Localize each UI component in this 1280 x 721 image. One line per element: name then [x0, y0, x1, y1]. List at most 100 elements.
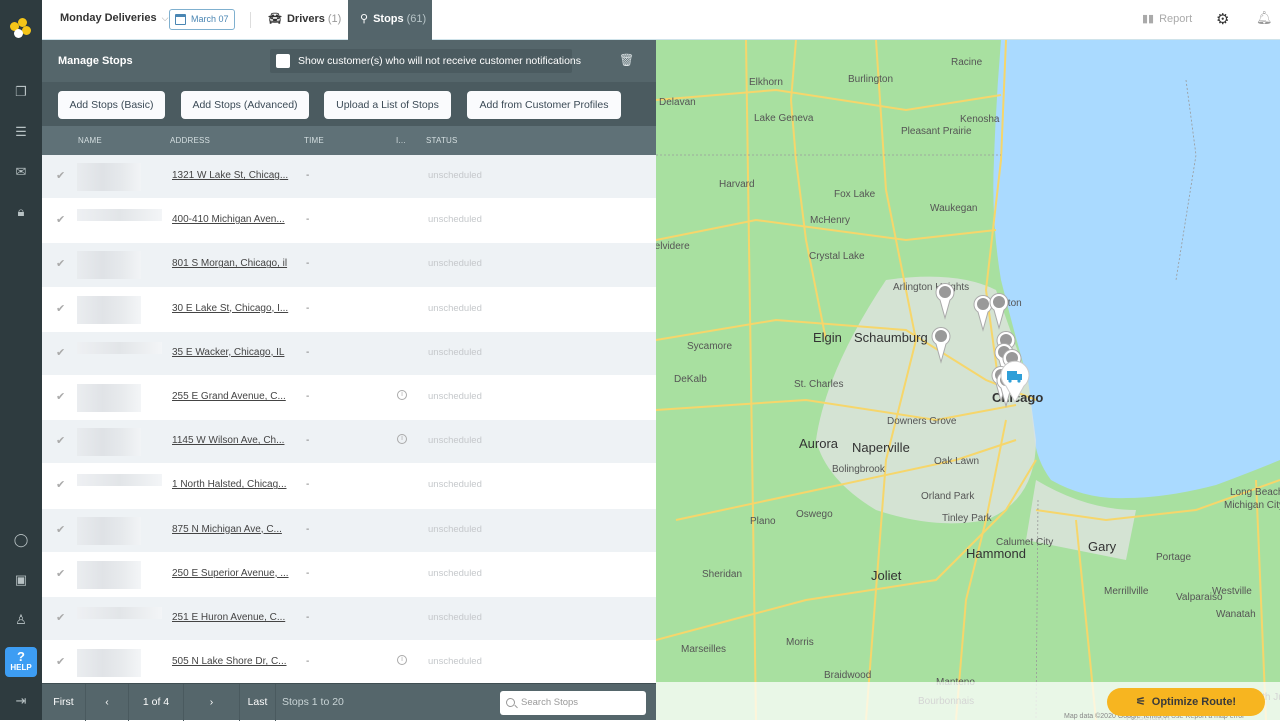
stop-time: -	[306, 523, 310, 535]
check-icon[interactable]: ✔	[56, 567, 65, 580]
check-icon[interactable]: ✔	[56, 655, 65, 668]
copy-icon[interactable]: ❐	[13, 84, 29, 100]
next-page-button[interactable]: ›	[184, 684, 240, 721]
column-info[interactable]: I...	[396, 136, 406, 145]
logout-icon[interactable]: ⇥	[13, 693, 29, 709]
table-row[interactable]: ✔ 35 E Wacker, Chicago, IL - unscheduled	[42, 331, 656, 376]
notification-checkbox[interactable]	[276, 54, 290, 68]
map-city-label: Harvard	[719, 179, 755, 190]
trash-icon[interactable]: 🗑︎	[619, 53, 634, 67]
stop-address-link[interactable]: 1145 W Wilson Ave, Ch...	[172, 435, 284, 446]
date-picker-button[interactable]: March 07	[169, 9, 235, 30]
table-row[interactable]: ✔ 255 E Grand Avenue, C... - i unscheduled	[42, 375, 656, 421]
table-row[interactable]: ✔ 251 E Huron Avenue, C... - unscheduled	[42, 596, 656, 642]
stop-address-link[interactable]: 801 S Morgan, Chicago, il	[172, 258, 287, 269]
stop-address-link[interactable]: 35 E Wacker, Chicago, IL	[172, 347, 284, 358]
stop-time: -	[306, 567, 310, 579]
message-list-icon[interactable]: ✉	[13, 164, 29, 180]
stop-address-link[interactable]: 1321 W Lake St, Chicag...	[172, 170, 288, 181]
last-page-button[interactable]: Last	[240, 684, 276, 721]
report-button[interactable]: ▮▮ Report	[1142, 12, 1192, 25]
stop-address-link[interactable]: 1 North Halsted, Chicag...	[172, 479, 287, 490]
stop-address-link[interactable]: 505 N Lake Shore Dr, C...	[172, 656, 287, 667]
map-city-label: DeKalb	[674, 374, 707, 385]
check-icon[interactable]: ✔	[56, 434, 65, 447]
help-button[interactable]: ? HELP	[5, 647, 37, 677]
table-row[interactable]: ✔ 1 North Halsted, Chicag... - unscheduled	[42, 464, 656, 509]
add-stops-advanced-button[interactable]: Add Stops (Advanced)	[181, 91, 309, 119]
check-icon[interactable]: ✔	[56, 611, 65, 624]
route-selector[interactable]: Monday Deliveries ⌵	[60, 12, 168, 24]
bar-chart-icon: ▮▮	[1142, 13, 1155, 25]
map-canvas[interactable]: Elkhorn Burlington Delavan Lake Geneva Kenos…	[656, 40, 1280, 720]
prev-page-button[interactable]: ‹	[86, 684, 129, 721]
table-row[interactable]: ✔ 505 N Lake Shore Dr, C... - i unscheduled	[42, 641, 656, 686]
users-stack-icon[interactable]: ☰	[13, 124, 29, 140]
map-city-label: Orland Park	[921, 491, 975, 502]
page-indicator: 1 of 4	[129, 684, 184, 721]
stop-address-link[interactable]: 400-410 Michigan Aven...	[172, 214, 285, 225]
table-row[interactable]: ✔ 30 E Lake St, Chicago, I... - unscheduled	[42, 287, 656, 332]
table-row[interactable]: ✔ 875 N Michigan Ave, C... - unscheduled	[42, 508, 656, 553]
check-icon[interactable]: ✔	[56, 302, 65, 315]
bell-icon[interactable]: 🔔︎	[1256, 10, 1273, 26]
table-row[interactable]: ✔ 1321 W Lake St, Chicag... - unscheduled	[42, 155, 656, 200]
date-label: March 07	[191, 14, 229, 24]
first-page-button[interactable]: First	[42, 684, 86, 721]
stop-address-link[interactable]: 30 E Lake St, Chicago, I...	[172, 303, 288, 314]
table-row[interactable]: ✔ 250 E Superior Avenue, ... - unscheduled	[42, 552, 656, 597]
info-icon[interactable]: i	[397, 434, 407, 445]
stop-status: unscheduled	[428, 611, 482, 623]
column-time[interactable]: TIME	[304, 136, 324, 145]
upload-stops-button[interactable]: Upload a List of Stops	[324, 91, 451, 119]
stop-address-link[interactable]: 875 N Michigan Ave, C...	[172, 524, 282, 535]
tab-label: Stops	[373, 13, 404, 25]
column-name[interactable]: NAME	[78, 136, 102, 145]
stop-address-link[interactable]: 250 E Superior Avenue, ...	[172, 568, 289, 579]
info-icon[interactable]: i	[397, 655, 407, 666]
map-city-label: Delavan	[659, 97, 696, 108]
notification-toggle[interactable]: Show customer(s) who will not receive cu…	[270, 49, 581, 73]
check-icon[interactable]: ✔	[56, 169, 65, 182]
info-icon[interactable]: i	[397, 389, 407, 400]
optimize-route-button[interactable]: ⚟ Optimize Route!	[1107, 688, 1265, 716]
search-stops-input[interactable]: Search Stops	[500, 691, 646, 715]
add-from-profiles-button[interactable]: Add from Customer Profiles	[467, 91, 621, 119]
stop-address-link[interactable]: 251 E Huron Avenue, C...	[172, 612, 285, 623]
check-icon[interactable]: ✔	[56, 390, 65, 403]
map-city-label: Crystal Lake	[809, 251, 865, 262]
add-stops-basic-button[interactable]: Add Stops (Basic)	[58, 91, 165, 119]
check-icon[interactable]: ✔	[56, 213, 65, 226]
map-city-label: Kenosha	[960, 114, 1000, 125]
action-bar: Add Stops (Basic) Add Stops (Advanced) U…	[42, 82, 656, 126]
column-address[interactable]: ADDRESS	[170, 136, 210, 145]
stop-time: -	[306, 390, 310, 402]
beehive-logo[interactable]	[10, 18, 32, 40]
stops-panel: Manage Stops Show customer(s) who will n…	[42, 40, 656, 721]
check-icon[interactable]: ✔	[56, 523, 65, 536]
column-status[interactable]: STATUS	[426, 136, 458, 145]
map-city-label: Belvidere	[656, 241, 690, 252]
lock-icon[interactable]: 🔒︎	[13, 204, 29, 220]
route-name: Monday Deliveries	[60, 12, 157, 24]
tab-drivers[interactable]: 🚘︎ Drivers (1)	[268, 0, 341, 40]
tab-stops[interactable]: ⚲ Stops (61)	[348, 0, 432, 40]
table-row[interactable]: ✔ 400-410 Michigan Aven... - unscheduled	[42, 199, 656, 244]
map-city-label: Tinley Park	[942, 513, 993, 524]
table-row[interactable]: ✔ 801 S Morgan, Chicago, il - unscheduled	[42, 243, 656, 288]
user-icon[interactable]: ♙	[13, 612, 29, 628]
stop-time: -	[306, 258, 310, 270]
check-icon[interactable]: ✔	[56, 478, 65, 491]
report-label: Report	[1159, 13, 1193, 25]
check-icon[interactable]: ✔	[56, 257, 65, 270]
tab-label: Drivers	[286, 13, 325, 25]
table-row[interactable]: ✔ 1145 W Wilson Ave, Ch... - i unscheduled	[42, 420, 656, 465]
check-icon[interactable]: ✔	[56, 346, 65, 359]
alert-circle-icon[interactable]: ◯	[13, 532, 29, 548]
stop-status: unscheduled	[428, 302, 482, 314]
stop-address-link[interactable]: 255 E Grand Avenue, C...	[172, 391, 286, 402]
gear-icon[interactable]: ⚙	[1216, 10, 1229, 28]
layout-icon[interactable]: ▣	[13, 572, 29, 588]
map-view[interactable]: Elkhorn Burlington Delavan Lake Geneva Kenos…	[656, 40, 1280, 720]
map-city-label: Plano	[750, 516, 776, 527]
